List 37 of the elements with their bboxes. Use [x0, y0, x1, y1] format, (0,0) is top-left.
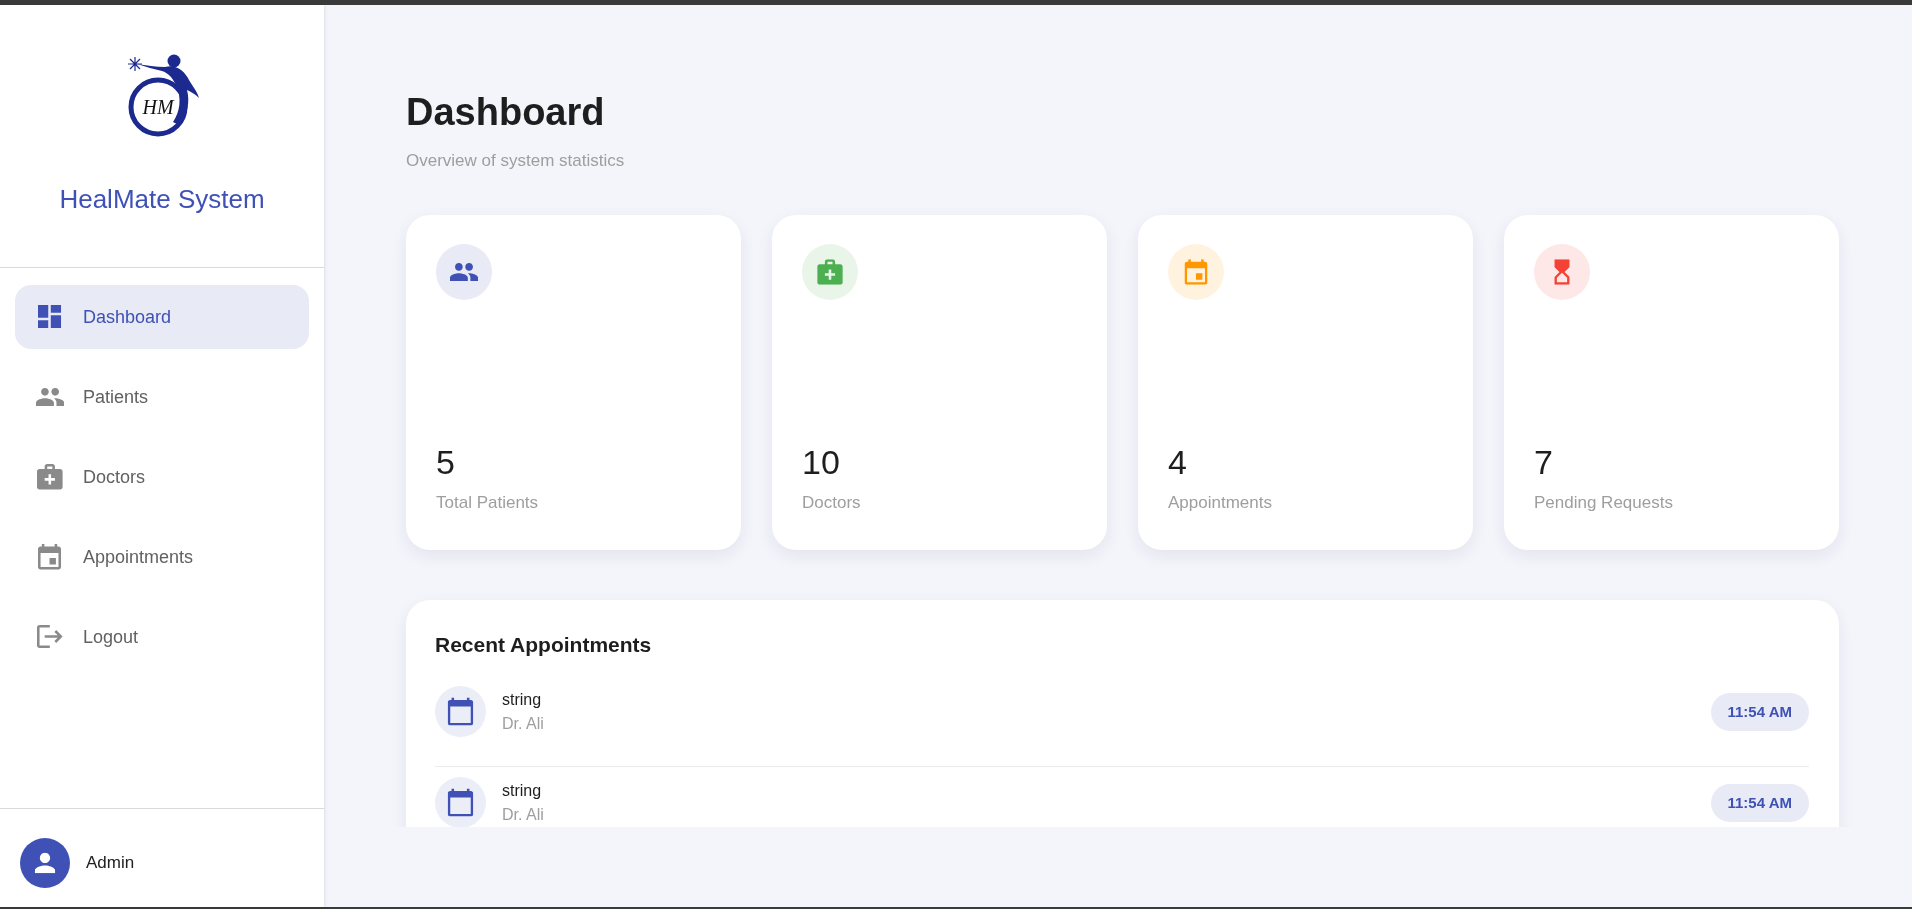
- avatar-icon: [20, 838, 70, 888]
- hourglass-icon: [1534, 244, 1590, 300]
- appointment-time: 11:54 AM: [1710, 692, 1809, 731]
- logo-monogram: HM: [142, 96, 174, 118]
- dashboard-grid-icon: [38, 305, 62, 329]
- doctor-name: Dr. Ali: [502, 804, 545, 825]
- user-name: Admin: [86, 852, 135, 875]
- stat-value: 4: [1168, 442, 1188, 482]
- page-title: Dashboard: [406, 90, 606, 135]
- calendar-icon: [1168, 244, 1224, 300]
- medical-bag-icon: [37, 464, 63, 490]
- stat-label: Appointments: [1168, 492, 1273, 514]
- calendar-icon: [38, 544, 62, 570]
- stat-label: Doctors: [802, 492, 862, 514]
- calendar-icon: [435, 686, 486, 737]
- logout-icon: [37, 625, 63, 649]
- appointment-title: string: [502, 689, 543, 710]
- stat-label: Total Patients: [436, 492, 540, 514]
- people-icon: [436, 244, 492, 300]
- sidebar-item[interactable]: Logout: [15, 605, 309, 669]
- app-title: HealMate System: [59, 183, 265, 215]
- stat-value: 7: [1534, 442, 1554, 482]
- stat-label: Pending Requests: [1534, 492, 1674, 514]
- doctor-name: Dr. Ali: [502, 713, 545, 734]
- sidebar-item[interactable]: Patients: [15, 365, 309, 429]
- calendar-icon: [435, 777, 486, 827]
- section-title: Recent Appointments: [435, 632, 653, 658]
- sidebar-item[interactable]: Appointments: [15, 525, 309, 589]
- people-icon: [35, 388, 65, 406]
- stat-value: 5: [436, 442, 456, 482]
- sidebar-item[interactable]: Dashboard: [15, 285, 309, 349]
- appointment-time: 11:54 AM: [1710, 783, 1809, 822]
- page-subtitle: Overview of system statistics: [406, 150, 626, 172]
- medical-bag-icon: [802, 244, 858, 300]
- sidebar-item[interactable]: Doctors: [15, 445, 309, 509]
- appointment-title: string: [502, 780, 543, 801]
- stat-value: 10: [802, 442, 841, 482]
